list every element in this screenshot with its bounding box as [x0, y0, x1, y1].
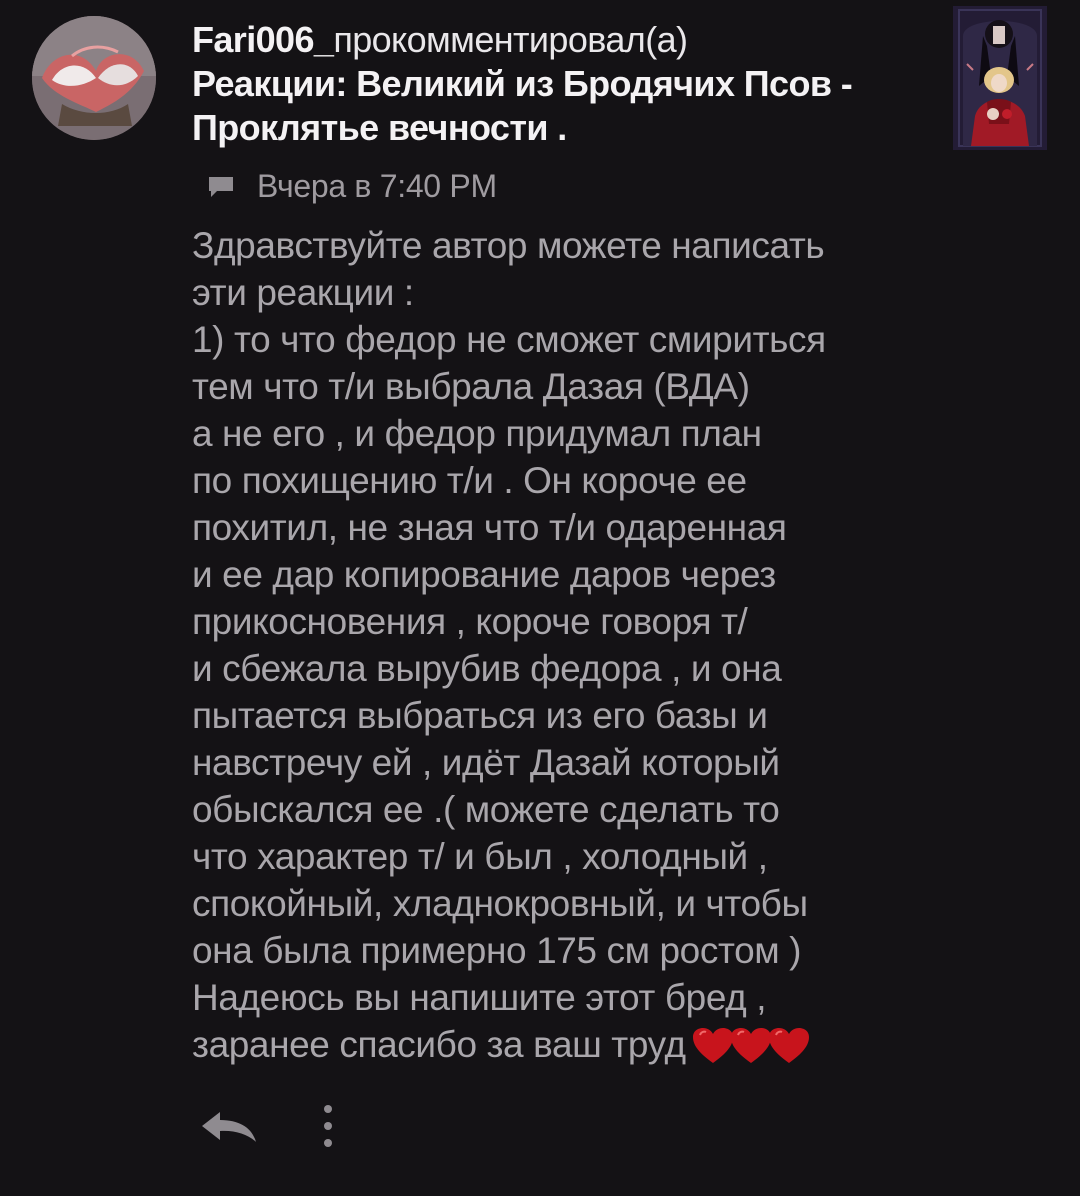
comment-line: обыскался ее .( можете сделать то — [192, 789, 780, 830]
comment-last-line: заранее спасибо за ваш труд — [192, 1021, 952, 1076]
comment-line: спокойный, хладнокровный, и чтобы — [192, 883, 808, 924]
comment-line: прикосновения , короче говоря т/ — [192, 601, 748, 642]
comment-line: а не его , и федор придумал план — [192, 413, 762, 454]
heart-icon — [692, 1028, 733, 1063]
comment-line: навстречу ей , идёт Дазай который — [192, 742, 780, 783]
comment-line: пытается выбраться из его базы и — [192, 695, 768, 736]
comment-line: она была примерно 175 см ростом ) — [192, 930, 802, 971]
action-text: прокомментировал(а) — [333, 19, 688, 60]
comment-line: и сбежала вырубив федора , и она — [192, 648, 782, 689]
timestamp: Вчера в 7:40 PM — [257, 167, 497, 204]
comment-icon — [207, 172, 235, 200]
story-title-line-1[interactable]: Реакции: Великий из Бродячих Псов - — [192, 62, 932, 106]
comment-text: Здравствуйте автор можете написать эти р… — [192, 222, 952, 1076]
comment-line: и ее дар копирование даров через — [192, 554, 776, 595]
comment-line: Надеюсь вы напишите этот бред , — [192, 977, 767, 1018]
comment-line: тем что т/и выбрала Дазая (ВДА) — [192, 366, 750, 407]
heart-icon — [768, 1028, 809, 1063]
heart-icon — [730, 1028, 771, 1063]
red-hearts-emoji — [692, 1027, 809, 1076]
username[interactable]: Fari006_ — [192, 19, 334, 60]
comment-line: что характер т/ и был , холодный , — [192, 836, 768, 877]
reply-icon[interactable] — [198, 1106, 260, 1146]
comment-line: Здравствуйте автор можете написать — [192, 225, 825, 266]
header-line: Fari006_прокомментировал(а) — [192, 18, 932, 62]
comment-line-text: заранее спасибо за ваш труд — [192, 1024, 686, 1065]
more-vertical-icon[interactable] — [318, 1102, 338, 1150]
comment-notification[interactable]: Fari006_прокомментировал(а) Реакции: Вел… — [0, 0, 1080, 1196]
comment-line: похитил, не зная что т/и одаренная — [192, 507, 787, 548]
user-avatar[interactable] — [32, 16, 156, 140]
comment-line: 1) то что федор не сможет смириться — [192, 319, 826, 360]
story-cover-thumbnail[interactable] — [953, 6, 1047, 150]
comment-actions — [198, 1102, 338, 1150]
comment-line: по похищению т/и . Он короче ее — [192, 460, 747, 501]
comment-meta: Вчера в 7:40 PM — [207, 166, 497, 206]
story-title-line-2[interactable]: Проклятье вечности . — [192, 106, 932, 150]
notification-header: Fari006_прокомментировал(а) Реакции: Вел… — [192, 18, 932, 150]
comment-line: эти реакции : — [192, 272, 414, 313]
